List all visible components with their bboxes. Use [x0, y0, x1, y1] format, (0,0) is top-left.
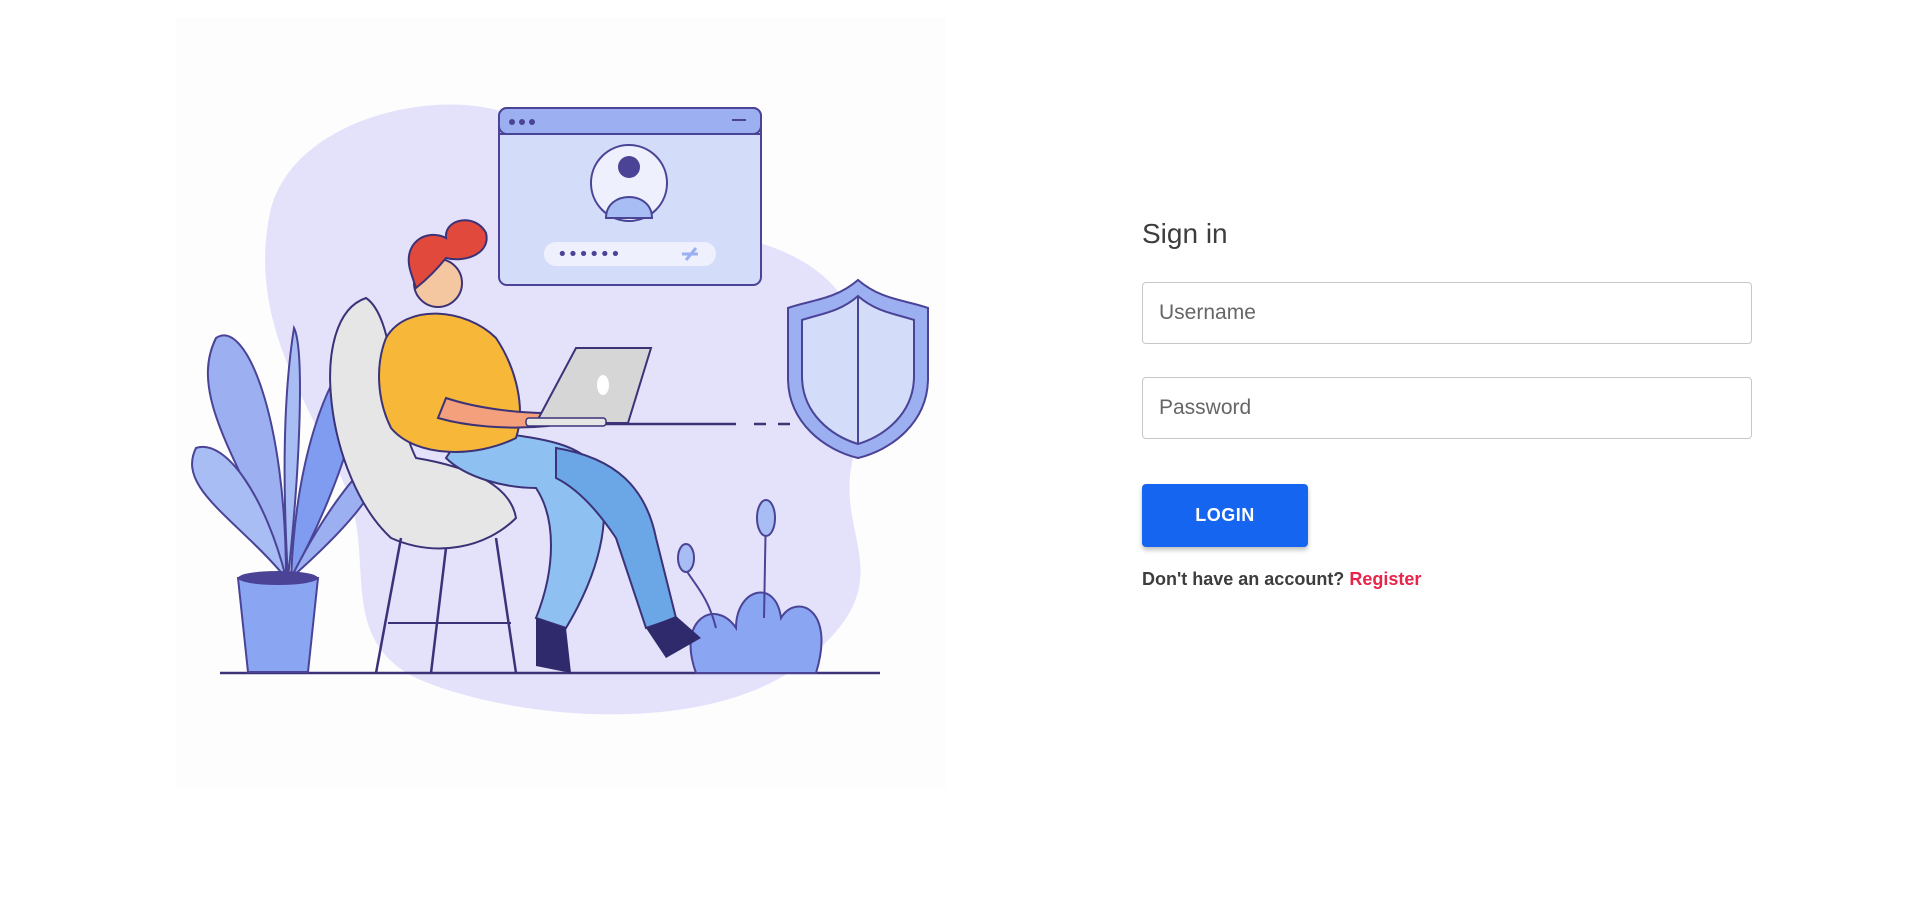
login-page: •••••• Sign in Username LOGIN Don't have…	[0, 0, 1920, 901]
no-account-text: Don't have an account?	[1142, 569, 1345, 589]
username-input[interactable]	[1142, 282, 1752, 344]
sign-in-form: Sign in LOGIN Don't have an account? Reg…	[1142, 216, 1752, 590]
register-prompt: Don't have an account? Register	[1142, 569, 1752, 590]
password-input[interactable]	[1142, 377, 1752, 439]
shield-icon	[787, 278, 929, 460]
login-illustration: ••••••	[176, 18, 946, 788]
register-link[interactable]: Register	[1349, 569, 1421, 589]
login-window-icon: ••••••	[498, 107, 762, 286]
login-button[interactable]: LOGIN	[1142, 484, 1308, 547]
password-mask-text: ••••••	[557, 244, 621, 265]
form-title: Sign in	[1142, 218, 1228, 249]
